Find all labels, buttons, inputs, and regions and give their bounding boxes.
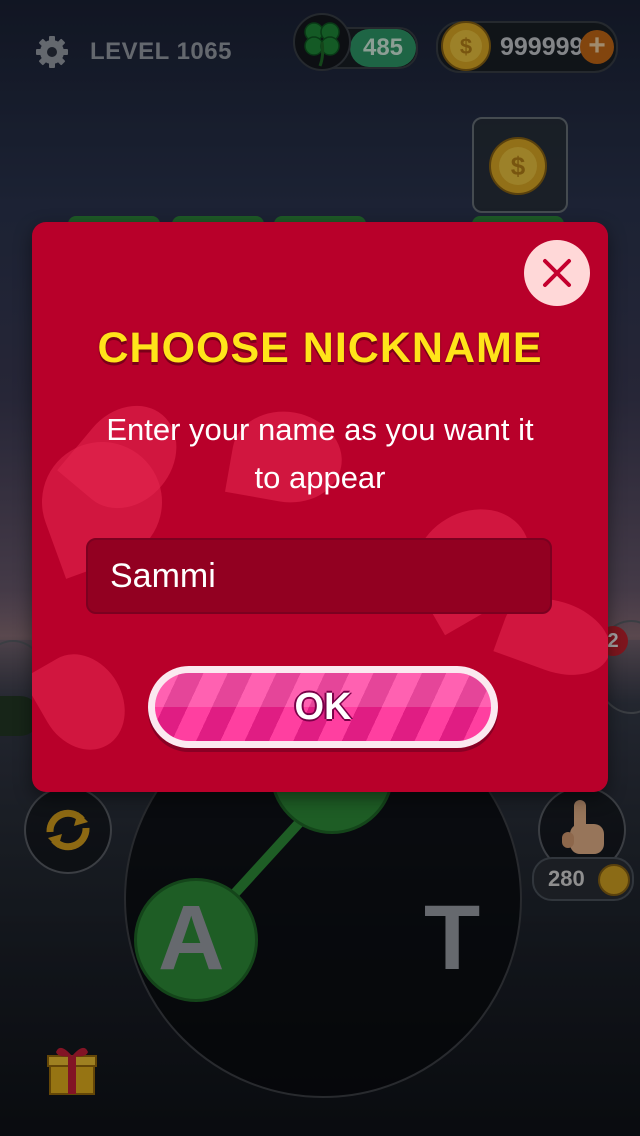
close-icon [543,259,571,287]
close-button[interactable] [524,240,590,306]
dialog-title: CHOOSE NICKNAME [97,324,543,372]
nickname-input[interactable] [86,538,552,614]
ok-button[interactable]: OK [148,666,498,748]
dialog-subtitle: Enter your name as you want it to appear [106,412,534,495]
nickname-dialog: CHOOSE NICKNAME Enter your name as you w… [32,222,608,792]
petal-decoration [32,638,142,766]
ok-button-label: OK [294,686,352,728]
ok-button-face[interactable]: OK [155,673,491,741]
